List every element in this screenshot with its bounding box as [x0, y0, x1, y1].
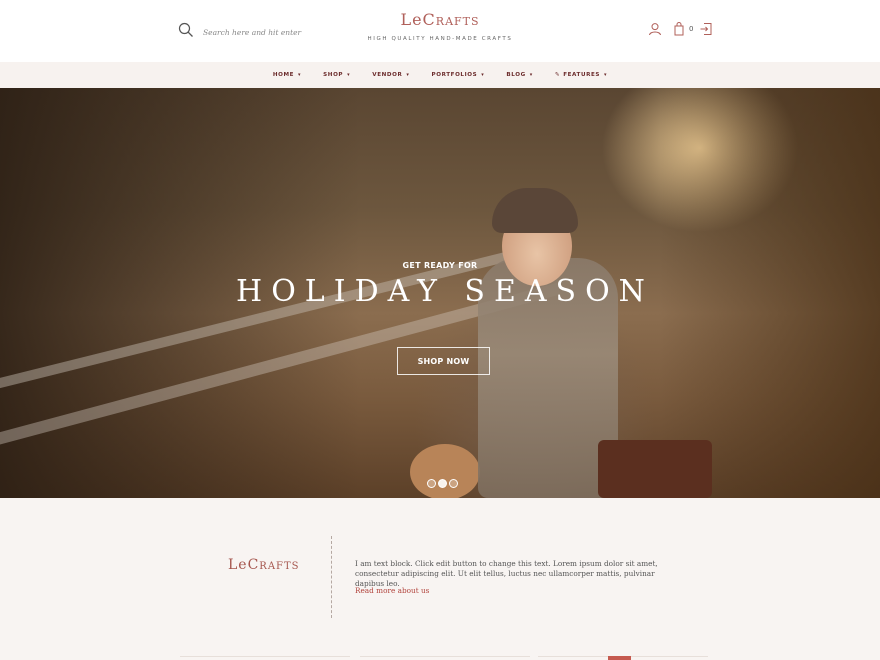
- nav-item-home[interactable]: HOME ▾: [273, 72, 301, 78]
- nav-item-features[interactable]: ✎ FEATURES ▾: [555, 72, 607, 78]
- logo-crafts: Crafts: [422, 10, 480, 29]
- nav-item-shop[interactable]: SHOP ▾: [323, 72, 350, 78]
- nav-label: BLOG: [506, 72, 526, 78]
- slider-dot[interactable]: [449, 479, 458, 488]
- nav-item-vendor[interactable]: VENDOR ▾: [372, 72, 409, 78]
- chevron-down-icon: ▾: [481, 72, 485, 78]
- cart-count[interactable]: 0: [689, 25, 693, 33]
- card-edge: [180, 656, 350, 657]
- vertical-divider: [331, 536, 332, 618]
- slider-pagination: [427, 479, 460, 488]
- logo-wordmark[interactable]: LeCrafts: [0, 10, 880, 29]
- shopping-bag-icon[interactable]: [672, 22, 686, 36]
- next-section-edge: [180, 656, 708, 660]
- nav-label: SHOP: [323, 72, 344, 78]
- wrench-icon: ✎: [554, 72, 561, 78]
- chevron-down-icon: ▾: [298, 72, 302, 78]
- about-section: LeCrafts I am text block. Click edit but…: [0, 498, 880, 660]
- hero-content: GET READY FOR HOLIDAY SEASON SHOP NOW: [0, 88, 880, 498]
- about-logo: LeCrafts: [228, 557, 300, 573]
- shop-now-button[interactable]: SHOP NOW: [397, 347, 490, 375]
- nav-label: FEATURES: [563, 72, 601, 78]
- hero-eyebrow: GET READY FOR: [402, 261, 478, 270]
- sign-in-icon[interactable]: [699, 22, 713, 36]
- read-more-link[interactable]: Read more about us: [355, 586, 429, 595]
- nav-label: VENDOR: [372, 72, 403, 78]
- about-text: I am text block. Click edit button to ch…: [355, 559, 658, 588]
- about-logo-crafts: Crafts: [247, 557, 300, 573]
- about-logo-le: Le: [228, 557, 248, 573]
- site-header: LeCrafts HIGH QUALITY HAND-MADE CRAFTS 0: [0, 0, 880, 62]
- header-actions: 0: [648, 22, 713, 36]
- chevron-down-icon: ▾: [347, 72, 351, 78]
- slider-dot-active[interactable]: [438, 479, 447, 488]
- sale-badge-edge: [608, 656, 631, 660]
- site-tagline: HIGH QUALITY HAND-MADE CRAFTS: [367, 36, 513, 42]
- chevron-down-icon: ▾: [406, 72, 410, 78]
- nav-item-portfolios[interactable]: PORTFOLIOS ▾: [432, 72, 485, 78]
- logo-le: Le: [400, 10, 423, 29]
- hero-slider: GET READY FOR HOLIDAY SEASON SHOP NOW: [0, 88, 880, 498]
- hero-headline: HOLIDAY SEASON: [236, 274, 654, 309]
- user-icon[interactable]: [648, 22, 662, 36]
- chevron-down-icon: ▾: [604, 72, 608, 78]
- nav-label: HOME: [272, 72, 295, 78]
- nav-item-blog[interactable]: BLOG ▾: [506, 72, 533, 78]
- chevron-down-icon: ▾: [529, 72, 533, 78]
- slider-dot[interactable]: [427, 479, 436, 488]
- card-edge: [360, 656, 530, 657]
- site-logo[interactable]: LeCrafts HIGH QUALITY HAND-MADE CRAFTS: [0, 10, 880, 42]
- main-navigation: HOME ▾ SHOP ▾ VENDOR ▾ PORTFOLIOS ▾ BLOG ▾ ✎ F…: [0, 62, 880, 88]
- nav-label: PORTFOLIOS: [431, 72, 478, 78]
